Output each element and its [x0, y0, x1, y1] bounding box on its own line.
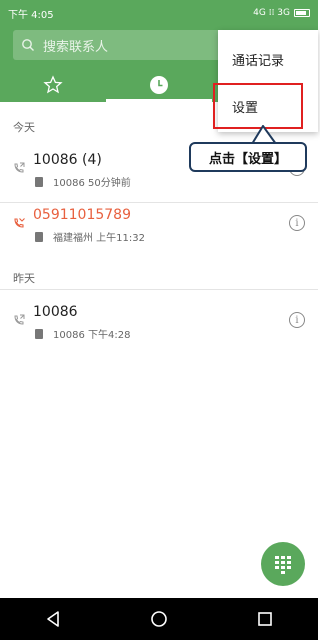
dialpad-button[interactable] — [261, 542, 305, 586]
sim-card-icon — [35, 176, 43, 187]
annotation-callout: 点击【设置】 — [189, 142, 307, 172]
network-indicator: 4G ⁞⁞ 3G — [253, 8, 290, 18]
sim-card-icon — [35, 231, 43, 242]
status-icons: 4G ⁞⁞ 3G — [253, 8, 310, 18]
outgoing-call-icon — [14, 162, 25, 173]
call-detail: 10086 下午4:28 — [35, 326, 130, 341]
call-detail-text: 福建福州 上午11:32 — [53, 233, 145, 244]
status-time: 下午 4:05 — [8, 9, 54, 21]
info-icon[interactable]: i — [289, 215, 305, 231]
section-today: 今天 — [13, 121, 35, 134]
sim-card-icon — [35, 328, 43, 339]
highlight-box — [213, 83, 303, 129]
search-placeholder: 搜索联系人 — [43, 39, 109, 55]
tab-recents[interactable] — [106, 68, 212, 102]
dialpad-icon — [275, 556, 291, 574]
star-icon — [43, 75, 63, 94]
back-icon[interactable] — [44, 610, 62, 628]
info-icon[interactable]: i — [289, 312, 305, 328]
call-detail-text: 10086 下午4:28 — [53, 330, 131, 341]
call-log-row[interactable]: 05911015789 福建福州 上午11:32 i — [0, 203, 318, 251]
section-divider — [0, 289, 318, 290]
call-detail: 福建福州 上午11:32 — [35, 229, 145, 244]
search-icon — [22, 39, 34, 51]
call-name: 10086 (4) — [33, 152, 102, 168]
recents-icon[interactable] — [256, 610, 274, 628]
menu-item-call-log[interactable]: 通话记录 — [218, 39, 318, 79]
battery-icon — [294, 9, 310, 17]
home-icon[interactable] — [150, 610, 168, 628]
missed-call-icon — [14, 218, 25, 228]
call-name: 05911015789 — [33, 207, 131, 223]
call-log-row[interactable]: 10086 10086 下午4:28 i — [0, 300, 318, 348]
tab-favorites[interactable] — [0, 68, 106, 102]
call-detail: 10086 50分钟前 — [35, 174, 131, 189]
section-yesterday: 昨天 — [13, 272, 35, 285]
outgoing-call-icon — [14, 314, 25, 325]
call-name: 10086 — [33, 304, 78, 320]
clock-icon — [150, 76, 168, 94]
call-detail-text: 10086 50分钟前 — [53, 178, 131, 189]
status-bar: 下午 4:05 4G ⁞⁞ 3G — [0, 0, 318, 26]
navigation-bar — [0, 598, 318, 640]
